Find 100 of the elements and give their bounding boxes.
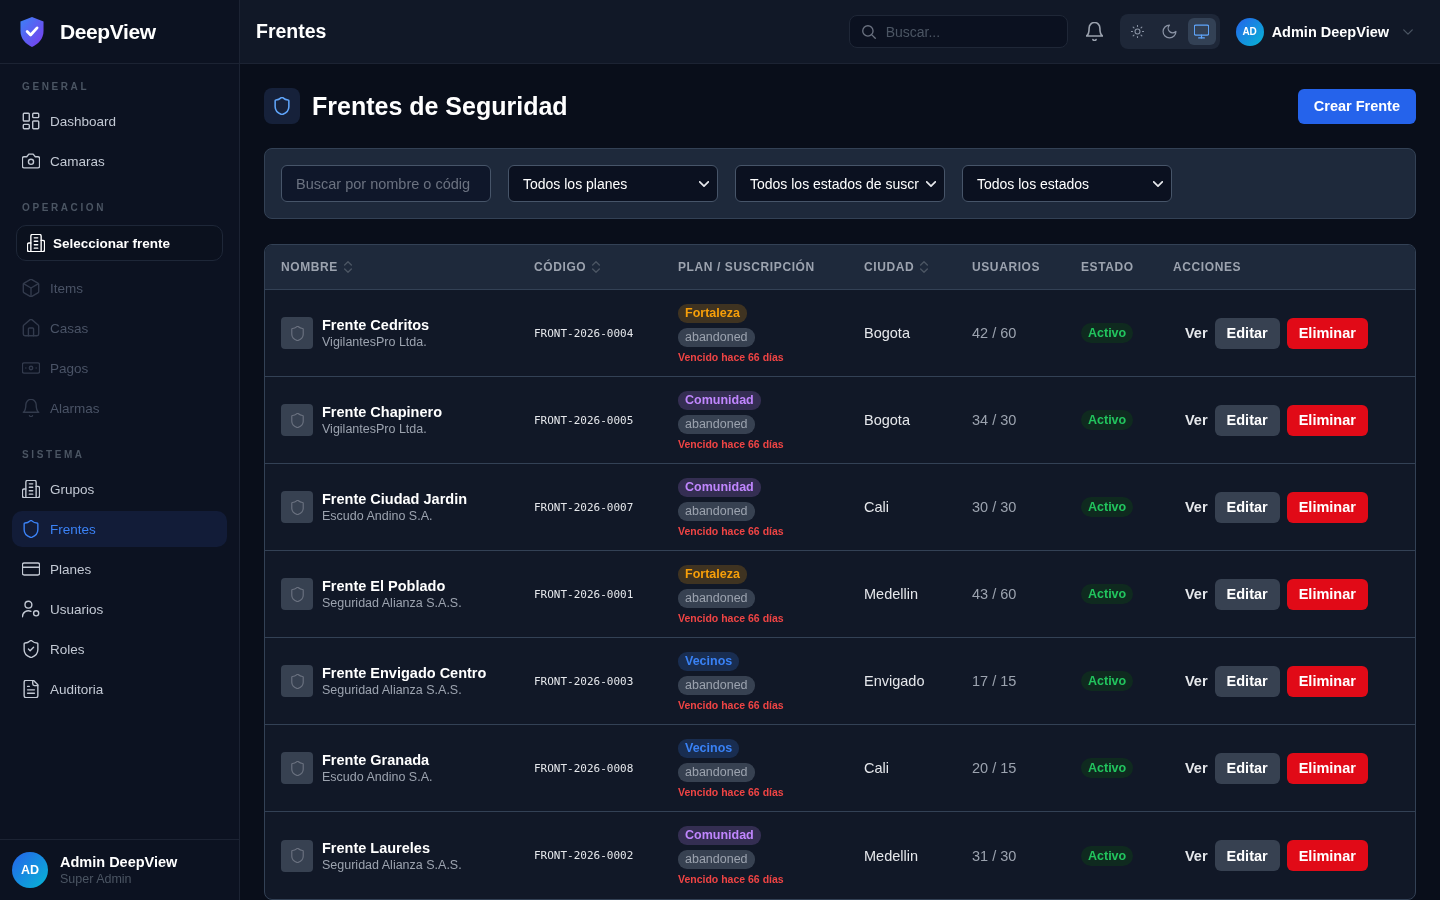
filter-select[interactable]: Todos los planes xyxy=(508,165,718,202)
create-button[interactable]: Crear Frente xyxy=(1297,88,1416,124)
nav-item[interactable]: Camaras xyxy=(12,143,227,179)
frente-name: Frente El Poblado xyxy=(322,578,447,594)
status-badge: Activo xyxy=(1081,497,1134,517)
delete-button[interactable]: Eliminar xyxy=(1286,491,1368,523)
card-icon xyxy=(22,560,40,578)
shield-check-icon xyxy=(22,640,40,658)
shield-icon xyxy=(281,404,313,436)
search-icon xyxy=(861,25,876,39)
bell-icon[interactable] xyxy=(1085,22,1103,41)
frente-code: FRONT-2026-0007 xyxy=(534,500,634,514)
expiry-note: Vencido hace 66 días xyxy=(678,698,784,711)
company-name: VigilantesPro Ltda. xyxy=(322,422,428,436)
users-count: 20 / 15 xyxy=(972,760,1017,776)
banknote-icon xyxy=(22,359,40,377)
chevron-down-icon[interactable] xyxy=(1403,28,1413,35)
nav-item[interactable]: Usuarios xyxy=(12,591,227,627)
expiry-note: Vencido hace 66 días xyxy=(678,611,784,624)
user-avatar[interactable]: AD xyxy=(1235,17,1264,46)
frente-name: Frente Granada xyxy=(322,752,431,768)
view-link[interactable]: Ver xyxy=(1185,412,1208,428)
nav-item[interactable]: Roles xyxy=(12,631,227,667)
users-count: 34 / 30 xyxy=(972,412,1017,428)
column-header: PLAN / SUSCRIPCIÓN xyxy=(678,260,815,274)
users-icon xyxy=(22,600,40,618)
section-label: GENERAL xyxy=(21,80,91,94)
users-count: 42 / 60 xyxy=(972,325,1017,341)
edit-button[interactable]: Editar xyxy=(1214,665,1280,697)
filter-select[interactable]: Todos los estados de suscr xyxy=(735,165,945,202)
status-badge: Activo xyxy=(1081,410,1134,430)
delete-button[interactable]: Eliminar xyxy=(1286,578,1368,610)
frente-name: Frente Ciudad Jardin xyxy=(322,491,468,507)
column-header: NOMBRE xyxy=(281,260,338,274)
shield-icon xyxy=(281,839,313,872)
delete-button[interactable]: Eliminar xyxy=(1286,752,1368,784)
shield-icon xyxy=(264,88,300,124)
view-link[interactable]: Ver xyxy=(1185,760,1208,776)
delete-button[interactable]: Eliminar xyxy=(1286,665,1368,697)
edit-button[interactable]: Editar xyxy=(1214,491,1280,523)
box-icon xyxy=(22,279,40,297)
camera-icon xyxy=(22,152,40,170)
user-name[interactable]: Admin DeepView xyxy=(1271,23,1389,40)
company-name: Seguridad Alianza S.A.S. xyxy=(322,596,462,610)
city-name: Bogota xyxy=(864,412,910,428)
nav-item[interactable]: Dashboard xyxy=(12,103,227,139)
page-title: Frentes de Seguridad xyxy=(312,91,568,121)
user-role: Super Admin xyxy=(60,872,133,886)
company-name: Escudo Andino S.A. xyxy=(322,770,433,784)
frente-code: FRONT-2026-0004 xyxy=(534,326,634,340)
user-avatar: AD xyxy=(12,852,48,888)
shield-icon xyxy=(281,752,313,784)
expiry-note: Vencido hace 66 días xyxy=(678,524,784,537)
search-input[interactable]: Buscar por nombre o códig xyxy=(281,165,491,202)
company-name: Escudo Andino S.A. xyxy=(322,509,434,523)
search-field[interactable]: Buscar... xyxy=(848,15,1068,48)
nav-item[interactable]: Auditoria xyxy=(12,671,227,707)
users-count: 30 / 30 xyxy=(972,499,1017,515)
view-link[interactable]: Ver xyxy=(1185,673,1208,689)
status-badge: Activo xyxy=(1081,758,1134,778)
view-link[interactable]: Ver xyxy=(1185,586,1208,602)
edit-button[interactable]: Editar xyxy=(1214,752,1280,784)
nav-item[interactable]: Grupos xyxy=(12,471,227,507)
building-icon xyxy=(22,480,40,498)
edit-button[interactable]: Editar xyxy=(1214,578,1280,610)
document-icon xyxy=(22,680,40,698)
city-name: Bogota xyxy=(864,325,910,341)
subscription-tag: abandoned xyxy=(678,327,755,347)
status-badge: Activo xyxy=(1081,845,1134,866)
house-icon xyxy=(22,319,40,337)
nav-item[interactable]: Frentes xyxy=(12,511,227,547)
chevron-down-icon xyxy=(699,180,709,187)
frente-name: Frente Laureles xyxy=(322,839,431,856)
edit-button[interactable]: Editar xyxy=(1214,404,1280,436)
status-badge: Activo xyxy=(1081,671,1134,691)
frente-name: Frente Envigado Centro xyxy=(322,665,487,681)
expiry-note: Vencido hace 66 días xyxy=(678,350,784,363)
subscription-tag: abandoned xyxy=(678,762,755,782)
edit-button[interactable]: Editar xyxy=(1214,317,1280,349)
plan-tag: Comunidad xyxy=(678,826,761,845)
shield-icon xyxy=(281,491,313,523)
delete-button[interactable]: Eliminar xyxy=(1286,317,1368,349)
nav-item[interactable]: Planes xyxy=(12,551,227,587)
monitor-icon xyxy=(1194,24,1210,39)
frente-code: FRONT-2026-0005 xyxy=(534,413,634,427)
city-name: Cali xyxy=(864,499,889,515)
subscription-tag: abandoned xyxy=(678,675,755,695)
users-count: 17 / 15 xyxy=(972,673,1017,689)
delete-button[interactable]: Eliminar xyxy=(1286,840,1368,871)
view-link[interactable]: Ver xyxy=(1185,325,1208,341)
delete-button[interactable]: Eliminar xyxy=(1286,404,1368,436)
building-icon xyxy=(27,234,45,252)
edit-button[interactable]: Editar xyxy=(1214,840,1280,871)
theme-toggle-button[interactable] xyxy=(1187,18,1216,45)
view-link[interactable]: Ver xyxy=(1185,847,1208,864)
users-count: 31 / 30 xyxy=(972,847,1017,864)
frente-picker[interactable]: Seleccionar frente xyxy=(16,225,223,261)
column-header: ESTADO xyxy=(1081,260,1134,274)
filter-select[interactable]: Todos los estados xyxy=(962,165,1172,202)
view-link[interactable]: Ver xyxy=(1185,499,1208,515)
